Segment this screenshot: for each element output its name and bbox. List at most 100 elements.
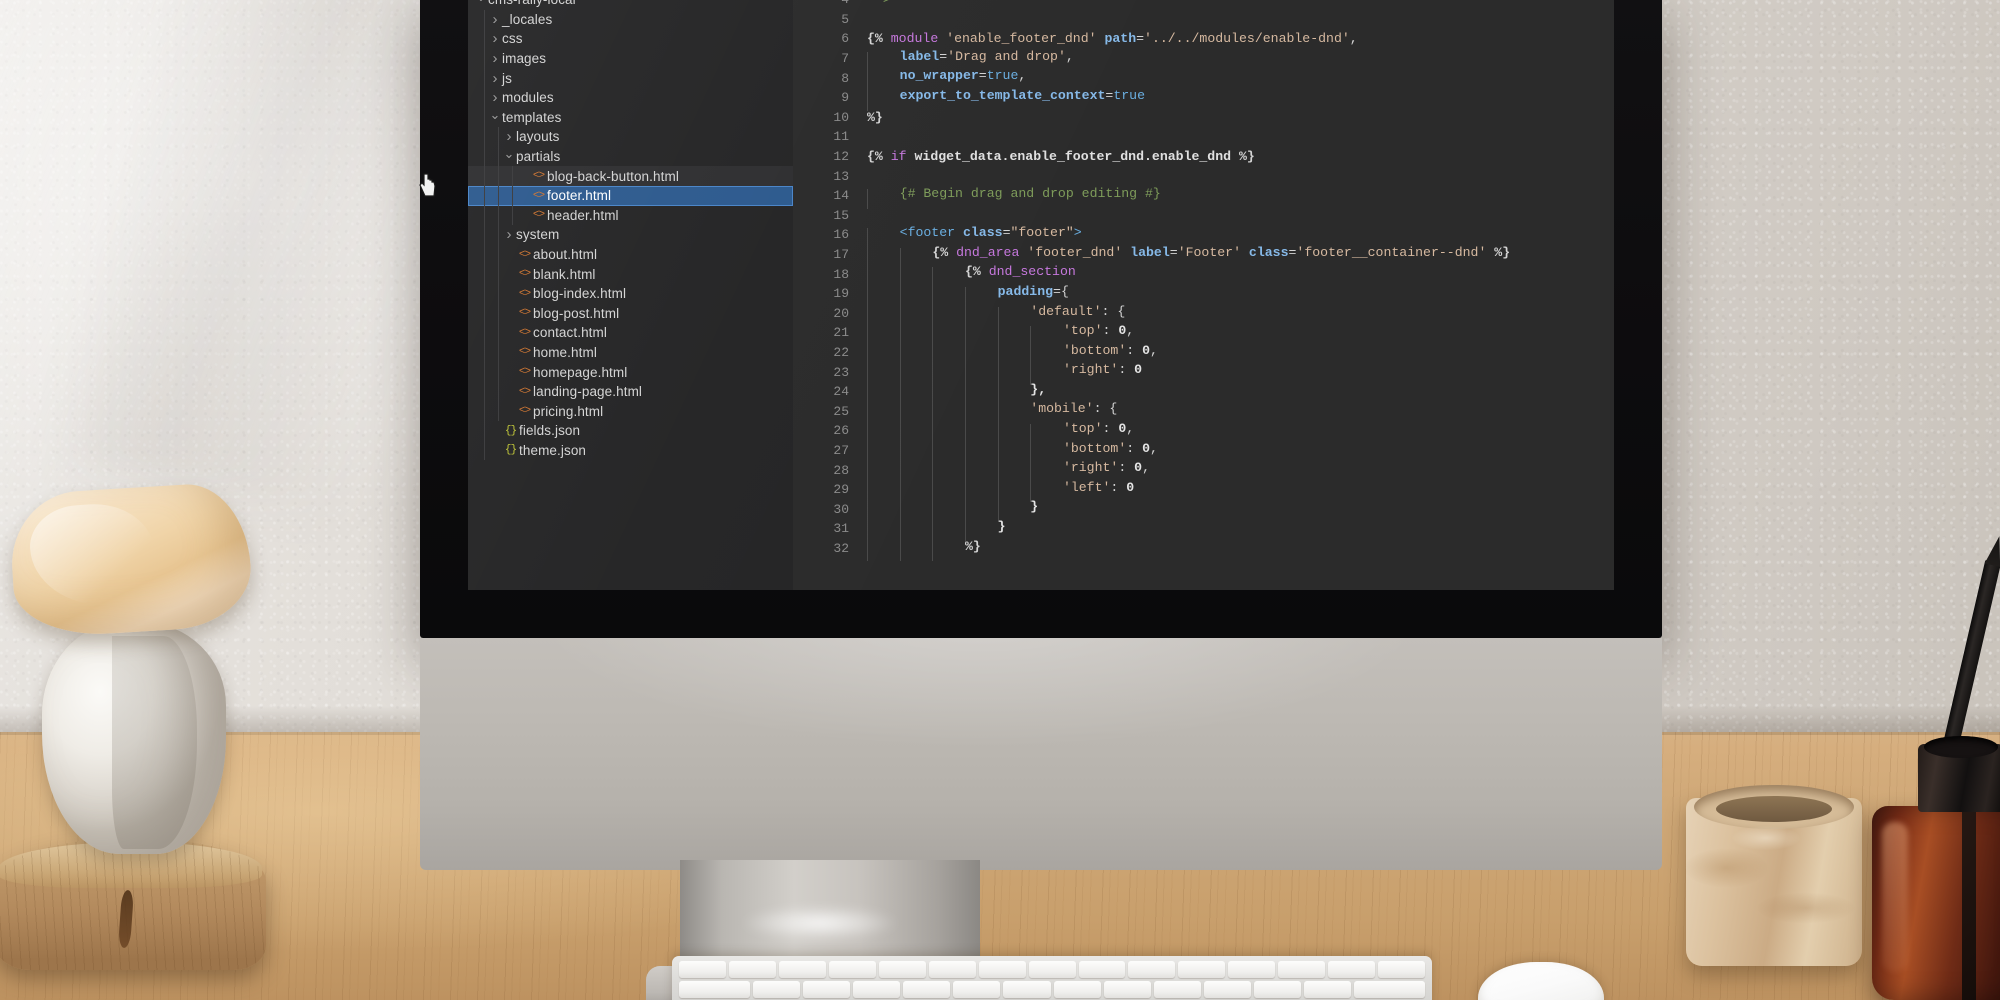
keyboard[interactable]	[672, 956, 1432, 1000]
tree-item-header-html[interactable]: <> header.html	[468, 205, 793, 226]
line-number: 17	[793, 247, 863, 263]
code-line[interactable]: 12 {% if widget_data.enable_footer_dnd.en…	[793, 147, 1614, 167]
tree-item-contact-html[interactable]: <> contact.html	[468, 323, 793, 343]
code-line[interactable]: 11	[793, 127, 1614, 147]
keyboard-key[interactable]	[1178, 961, 1226, 978]
code-token: 'mobile'	[1030, 401, 1094, 417]
code-line[interactable]: 22 'bottom': 0,	[793, 343, 1614, 366]
tree-item-blank-html[interactable]: <> blank.html	[468, 264, 793, 284]
indent-guide	[498, 166, 499, 186]
tree-item-pricing-html[interactable]: <> pricing.html	[468, 401, 793, 422]
chevron-right-icon[interactable]	[488, 31, 502, 46]
code-line[interactable]: 16 <footer class="footer">	[793, 225, 1614, 248]
code-line[interactable]: 31 }	[793, 519, 1614, 542]
tree-item-templates[interactable]: templates	[468, 107, 793, 128]
file-explorer-sidebar[interactable]: cms-rally-local _localescss images js module…	[468, 0, 793, 590]
chevron-right-icon[interactable]	[488, 71, 502, 86]
code-line[interactable]: 23 'right': 0	[793, 362, 1614, 385]
code-line[interactable]: 4 -->	[793, 0, 1614, 10]
keyboard-key[interactable]	[1003, 981, 1051, 998]
tree-item-cms-rally-local[interactable]: cms-rally-local	[468, 0, 793, 10]
tree-item-js[interactable]: js	[468, 68, 793, 88]
code-line[interactable]: 27 'bottom': 0,	[793, 441, 1614, 464]
code-line[interactable]: 26 'top': 0,	[793, 421, 1614, 444]
keyboard-key[interactable]	[778, 961, 826, 978]
tree-item-home-html[interactable]: <> home.html	[468, 342, 793, 363]
keyboard-key[interactable]	[679, 981, 750, 998]
code-line[interactable]: 20 'default': {	[793, 304, 1614, 327]
keyboard-key[interactable]	[828, 961, 876, 978]
keyboard-key[interactable]	[953, 981, 1001, 998]
tree-item-about-html[interactable]: <> about.html	[468, 244, 793, 265]
chevron-right-icon[interactable]	[488, 51, 502, 66]
tree-item-blog-back-button-html[interactable]: <> blog-back-button.html	[468, 166, 793, 186]
code-line[interactable]: 18 {% dnd_section	[793, 264, 1614, 287]
indent-guide	[484, 362, 485, 382]
keyboard-key[interactable]	[1153, 981, 1201, 998]
code-line[interactable]: 5	[793, 10, 1614, 30]
keyboard-key[interactable]	[903, 981, 951, 998]
keyboard-key[interactable]	[752, 981, 800, 998]
code-line[interactable]: 15	[793, 206, 1614, 226]
code-line[interactable]: 30 }	[793, 499, 1614, 523]
tree-item-blog-index-html[interactable]: <> blog-index.html	[468, 283, 793, 304]
tree-item-theme-json[interactable]: {} theme.json	[468, 440, 793, 461]
tree-item-fields-json[interactable]: {} fields.json	[468, 421, 793, 441]
code-line[interactable]: 7 label='Drag and drop',	[793, 49, 1614, 72]
code-line[interactable]: 10%}	[793, 108, 1614, 128]
code-line[interactable]: 28 'right': 0,	[793, 460, 1614, 483]
keyboard-key[interactable]	[1128, 961, 1176, 978]
tree-item-layouts[interactable]: layouts	[468, 127, 793, 147]
code-line[interactable]: 8 no_wrapper=true,	[793, 68, 1614, 91]
tree-item-blog-post-html[interactable]: <> blog-post.html	[468, 303, 793, 324]
keyboard-key[interactable]	[1254, 981, 1302, 998]
keyboard-key[interactable]	[1228, 961, 1276, 978]
keyboard-key[interactable]	[1028, 961, 1076, 978]
keyboard-key[interactable]	[1103, 981, 1151, 998]
tree-item-css[interactable]: css	[468, 29, 793, 49]
chevron-down-icon[interactable]	[474, 0, 488, 6]
chevron-down-icon[interactable]	[502, 150, 516, 163]
tree-item-homepage-html[interactable]: <> homepage.html	[468, 362, 793, 382]
chevron-down-icon[interactable]	[488, 111, 502, 124]
tree-item-footer-html[interactable]: <> footer.html	[468, 185, 793, 206]
code-line[interactable]: 32 %}	[793, 539, 1614, 562]
keyboard-key[interactable]	[1278, 961, 1326, 978]
chevron-right-icon[interactable]	[488, 12, 502, 27]
chevron-right-icon[interactable]	[502, 227, 516, 242]
code-line[interactable]: 21 'top': 0,	[793, 323, 1614, 346]
code-editor-pane[interactable]: 4-->56{% module 'enable_footer_dnd' path…	[793, 0, 1614, 590]
keyboard-key[interactable]	[1078, 961, 1126, 978]
code-line[interactable]: 17 {% dnd_area 'footer_dnd' label='Foote…	[793, 245, 1614, 268]
tree-item-_locales[interactable]: _locales	[468, 9, 793, 30]
keyboard-key[interactable]	[679, 961, 726, 978]
code-line[interactable]: 25 'mobile': {	[793, 401, 1614, 425]
tree-item-landing-page-html[interactable]: <> landing-page.html	[468, 381, 793, 402]
tree-item-modules[interactable]: modules	[468, 87, 793, 108]
code-line[interactable]: 6 {% module 'enable_footer_dnd' path='../…	[793, 29, 1614, 49]
keyboard-key[interactable]	[1203, 981, 1252, 998]
chevron-right-icon[interactable]	[502, 129, 516, 144]
code-line[interactable]: 9 export_to_template_context=true	[793, 88, 1614, 111]
keyboard-key[interactable]	[1378, 961, 1426, 978]
tree-item-images[interactable]: images	[468, 48, 793, 69]
code-line[interactable]: 24 },	[793, 382, 1614, 405]
chevron-right-icon[interactable]	[488, 90, 502, 105]
keyboard-key[interactable]	[802, 981, 850, 998]
tree-item-system[interactable]: system	[468, 225, 793, 245]
code-line[interactable]: 13	[793, 166, 1614, 186]
code-line[interactable]: 14 {# Begin drag and drop editing #}	[793, 186, 1614, 209]
code-line[interactable]: 19 padding={	[793, 284, 1614, 307]
keyboard-key[interactable]	[878, 961, 926, 978]
keyboard-key[interactable]	[928, 961, 976, 978]
code-token: 0	[1134, 362, 1143, 378]
keyboard-key[interactable]	[1354, 981, 1426, 998]
keyboard-key[interactable]	[1328, 961, 1376, 978]
code-line[interactable]: 29 'left': 0	[793, 480, 1614, 503]
keyboard-key[interactable]	[852, 981, 901, 998]
keyboard-key[interactable]	[978, 961, 1026, 978]
keyboard-key[interactable]	[1053, 981, 1101, 998]
keyboard-key[interactable]	[728, 961, 776, 978]
tree-item-partials[interactable]: partials	[468, 146, 793, 167]
keyboard-key[interactable]	[1304, 981, 1352, 998]
